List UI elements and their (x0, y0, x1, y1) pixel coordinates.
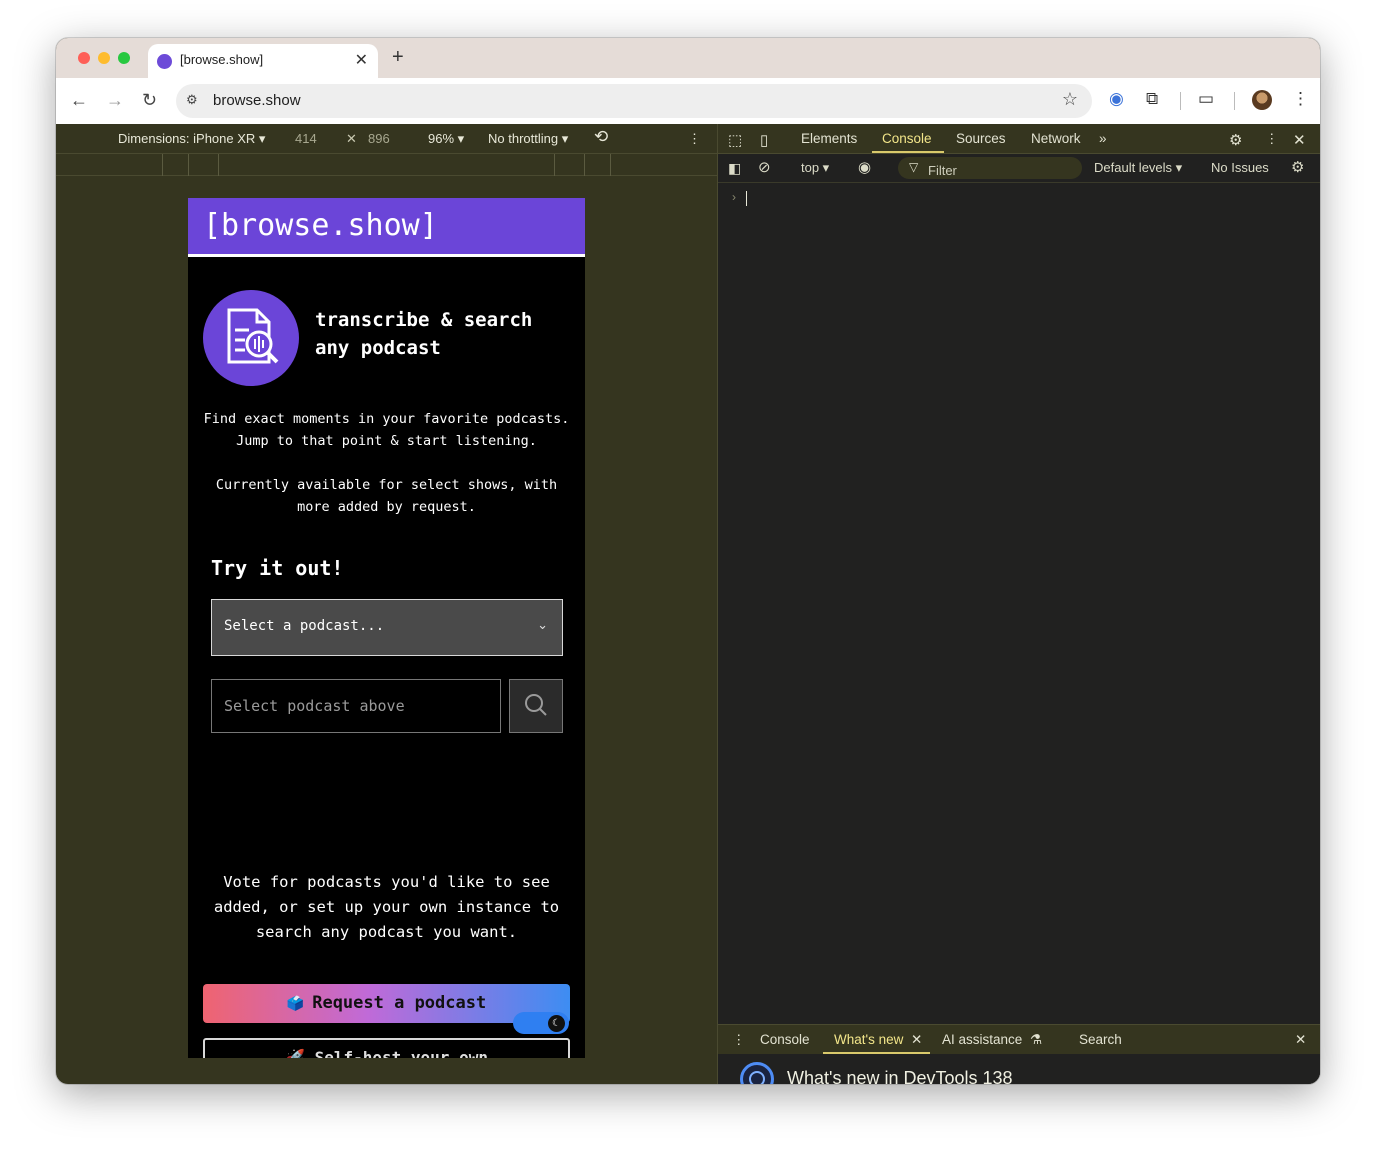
clear-console-icon[interactable]: ⊘ (758, 158, 771, 176)
search-input[interactable] (211, 679, 501, 733)
rotate-icon[interactable]: ⟲ (594, 127, 608, 147)
new-tab-button[interactable]: + (392, 46, 404, 69)
ballot-box-icon: 🗳️ (286, 996, 305, 1012)
drawer-tab-bar: ⋮ Console What's new ✕ AI assistance ⚗ S… (718, 1024, 1320, 1054)
live-expression-eye-icon[interactable]: ◉ (858, 158, 871, 176)
console-input-caret[interactable] (746, 191, 747, 206)
extensions-icon[interactable]: ⧉ (1146, 89, 1158, 109)
toolbar-divider (1234, 92, 1235, 110)
reload-icon[interactable]: ↻ (142, 90, 157, 111)
site-title[interactable]: [browse.show] (203, 208, 438, 243)
device-width-input[interactable]: 414 (295, 131, 317, 146)
device-more-icon[interactable]: ⋮ (688, 131, 701, 147)
close-window-button[interactable] (78, 52, 90, 64)
dimension-times-icon: ✕ (346, 131, 357, 146)
browser-tab[interactable]: [browse.show] ✕ (148, 44, 378, 78)
url-text: browse.show (213, 92, 301, 109)
tab-close-icon[interactable]: ✕ (355, 50, 368, 70)
log-levels-select[interactable]: Default levels ▾ (1094, 160, 1182, 176)
forward-icon[interactable]: → (106, 90, 124, 111)
device-toggle-icon[interactable]: ▯ (760, 131, 768, 149)
inspect-element-icon[interactable]: ⬚ (728, 131, 742, 149)
whats-new-title: What's new in DevTools 138 (787, 1068, 1013, 1084)
filter-funnel-icon: ▽ (909, 160, 919, 174)
console-filter-input[interactable]: ▽ Filter (898, 157, 1082, 179)
tab-title: [browse.show] (180, 52, 264, 67)
console-toolbar: ◧ ⊘ top ▾ ◉ ▽ Filter Default levels ▾ No… (718, 154, 1320, 183)
tab-network[interactable]: Network (1031, 131, 1081, 146)
podcast-select[interactable]: Select a podcast... ⌄ (211, 599, 563, 656)
self-host-button[interactable]: 🚀 Self-host your own (203, 1038, 570, 1058)
context-select[interactable]: top ▾ (801, 160, 829, 176)
device-toolbar: Dimensions: iPhone XR ▾ 414 ✕ 896 96% ▾ … (56, 124, 717, 154)
theme-toggle[interactable]: ☾ (513, 1012, 569, 1034)
zoom-window-button[interactable] (118, 52, 130, 64)
filter-placeholder: Filter (928, 163, 957, 178)
search-button[interactable] (509, 679, 563, 733)
close-drawer-icon[interactable]: ✕ (1295, 1032, 1306, 1048)
tab-elements[interactable]: Elements (801, 131, 857, 146)
device-dimensions-select[interactable]: Dimensions: iPhone XR ▾ (118, 131, 265, 147)
console-settings-icon[interactable]: ⚙ (1291, 158, 1304, 176)
try-it-heading: Try it out! (211, 556, 344, 580)
media-query-ruler (56, 154, 717, 176)
chrome-devtools-logo-icon (740, 1062, 774, 1084)
podcast-select-value: Select a podcast... (224, 618, 385, 634)
site-header: [browse.show] (188, 198, 585, 257)
browser-toolbar: ← → ↻ ⚙ browse.show ☆ ◉ ⧉ ▭ ⋮ (56, 78, 1320, 124)
mobile-viewport: [browse.show] transcribe & search any po… (188, 198, 585, 1058)
moon-icon: ☾ (548, 1015, 565, 1032)
drawer-more-icon[interactable]: ⋮ (732, 1032, 746, 1048)
site-settings-icon[interactable]: ⚙ (186, 92, 198, 108)
password-manager-icon[interactable]: ◉ (1109, 89, 1124, 109)
tagline: transcribe & search any podcast (315, 309, 533, 359)
active-tab-indicator (872, 151, 944, 153)
tab-console[interactable]: Console (882, 131, 932, 146)
availability-paragraph: Currently available for select shows, wi… (215, 477, 558, 515)
devtools-panel: ⬚ ▯ Elements Console Sources Network » ⚙… (717, 124, 1320, 1084)
bookmark-star-icon[interactable]: ☆ (1062, 89, 1078, 110)
issues-button[interactable]: No Issues (1211, 160, 1269, 175)
drawer-tab-console[interactable]: Console (760, 1032, 810, 1047)
menu-kebab-icon[interactable]: ⋮ (1292, 89, 1309, 109)
flask-icon: ⚗ (1030, 1032, 1043, 1047)
tab-bar: [browse.show] ✕ + (56, 38, 1320, 78)
chevron-down-icon: ⌄ (537, 617, 548, 632)
address-bar[interactable]: ⚙ browse.show ☆ (176, 84, 1092, 118)
more-tabs-icon[interactable]: » (1099, 131, 1107, 146)
search-icon (525, 694, 547, 716)
sidebar-toggle-icon[interactable]: ◧ (728, 160, 741, 177)
toolbar-divider (1180, 92, 1181, 110)
throttling-select[interactable]: No throttling ▾ (488, 131, 568, 147)
tab-sources[interactable]: Sources (956, 131, 1006, 146)
settings-gear-icon[interactable]: ⚙ (1229, 131, 1242, 149)
close-whats-new-icon[interactable]: ✕ (911, 1032, 922, 1048)
cast-search-icon[interactable]: ▭ (1198, 89, 1214, 109)
drawer-tab-ai-assistance[interactable]: AI assistance (942, 1032, 1022, 1047)
favicon-icon (157, 54, 172, 69)
browser-window: [browse.show] ✕ + ← → ↻ ⚙ browse.show ☆ … (56, 38, 1320, 1084)
request-podcast-label: Request a podcast (312, 993, 487, 1013)
device-height-input[interactable]: 896 (368, 131, 390, 146)
devtools-more-icon[interactable]: ⋮ (1265, 131, 1279, 147)
drawer-tab-whats-new[interactable]: What's new (834, 1032, 903, 1047)
vote-paragraph: Vote for podcasts you'd like to see adde… (213, 873, 560, 941)
minimize-window-button[interactable] (98, 52, 110, 64)
drawer-tab-search[interactable]: Search (1079, 1032, 1122, 1047)
back-icon[interactable]: ← (70, 90, 88, 111)
transcript-search-logo-icon (203, 290, 299, 386)
zoom-select[interactable]: 96% ▾ (428, 131, 464, 147)
whats-new-panel: What's new in DevTools 138 (718, 1054, 1320, 1084)
devtools-tab-bar: ⬚ ▯ Elements Console Sources Network » ⚙… (718, 124, 1320, 154)
console-prompt-icon: › (732, 190, 736, 204)
close-devtools-icon[interactable]: ✕ (1293, 131, 1306, 149)
intro-paragraph: Find exact moments in your favorite podc… (203, 411, 570, 449)
profile-avatar[interactable] (1252, 90, 1272, 110)
